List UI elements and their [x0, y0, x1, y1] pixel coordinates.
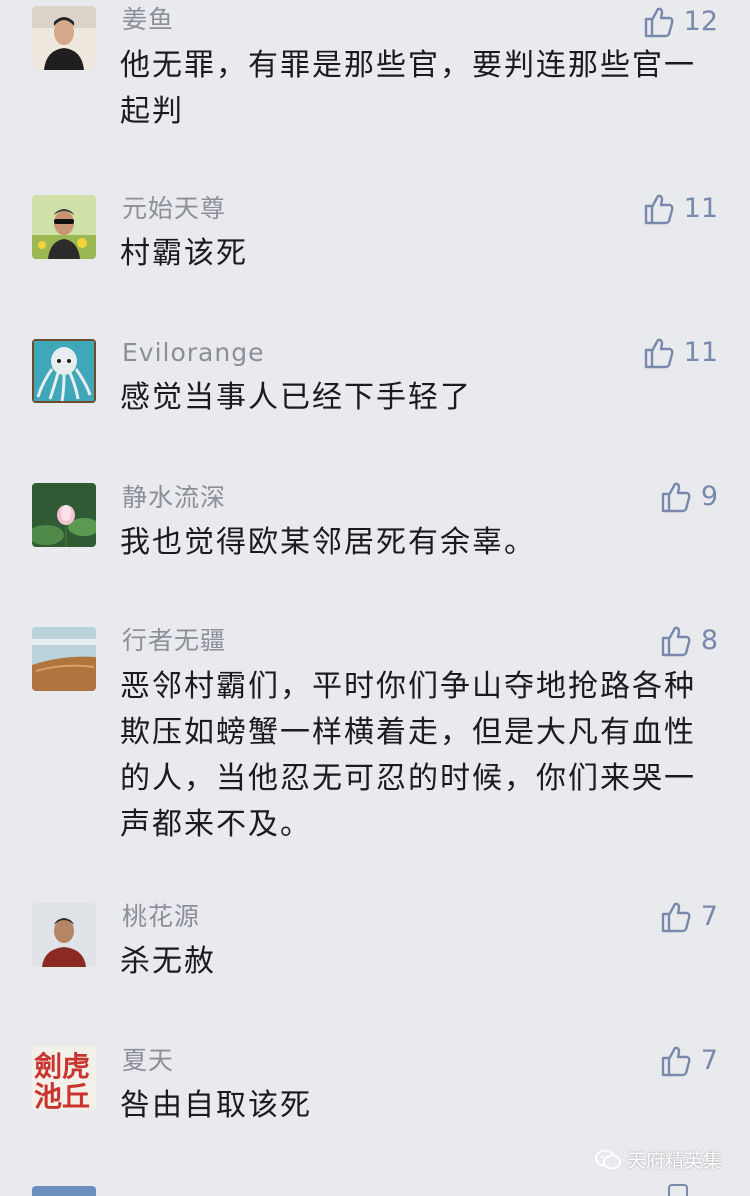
- like-button[interactable]: 7: [661, 899, 718, 935]
- username[interactable]: 夏天: [122, 1044, 174, 1078]
- username[interactable]: 桃花源: [122, 900, 200, 934]
- username[interactable]: 元始天尊: [122, 192, 226, 226]
- svg-text:池丘: 池丘: [34, 1080, 90, 1110]
- avatar[interactable]: [32, 195, 96, 259]
- like-count: 8: [700, 625, 718, 656]
- comment-text: 咎由自取该死: [120, 1088, 312, 1123]
- thumbs-up-icon[interactable]: [668, 1184, 688, 1196]
- thumbs-up-icon: [644, 7, 674, 38]
- like-count: 11: [683, 337, 718, 368]
- comment-text: 村霸该死: [120, 236, 248, 271]
- wechat-icon: [595, 1149, 621, 1169]
- like-button[interactable]: 12: [644, 4, 718, 40]
- like-count: 9: [700, 481, 718, 512]
- avatar[interactable]: [32, 903, 96, 967]
- username[interactable]: 静水流深: [122, 481, 226, 515]
- like-button[interactable]: 8: [661, 623, 718, 659]
- avatar[interactable]: [32, 6, 96, 70]
- avatar[interactable]: [32, 483, 96, 547]
- thumbs-up-icon: [661, 482, 691, 513]
- comment-text: 他无罪，有罪是那些官，要判连那些官一起判: [120, 48, 696, 129]
- username[interactable]: 行者无疆: [122, 624, 226, 658]
- thumbs-up-icon: [644, 194, 674, 225]
- like-count: 12: [683, 6, 718, 37]
- like-button[interactable]: 11: [644, 191, 718, 227]
- like-count: 11: [683, 193, 718, 224]
- username[interactable]: Evilorange: [122, 336, 264, 370]
- like-count: 7: [700, 1045, 718, 1076]
- thumbs-up-icon: [644, 338, 674, 369]
- like-button[interactable]: 11: [644, 335, 718, 371]
- avatar[interactable]: [32, 339, 96, 403]
- like-button[interactable]: 9: [661, 479, 718, 515]
- username[interactable]: 姜鱼: [122, 3, 174, 37]
- thumbs-up-icon: [661, 626, 691, 657]
- comment-text: 恶邻村霸们，平时你们争山夺地抢路各种欺压如螃蟹一样横着走，但是大凡有血性的人，当…: [120, 669, 696, 842]
- like-button[interactable]: 7: [661, 1043, 718, 1079]
- thumbs-up-icon: [661, 1046, 691, 1077]
- thumbs-up-icon: [661, 902, 691, 933]
- comment-text: 感觉当事人已经下手轻了: [120, 380, 472, 415]
- like-count: 7: [700, 901, 718, 932]
- watermark: 天府精英集: [595, 1146, 722, 1173]
- avatar[interactable]: [32, 1186, 96, 1196]
- avatar[interactable]: [32, 627, 96, 691]
- svg-text:劍虎: 劍虎: [34, 1050, 90, 1083]
- comment-text: 我也觉得欧某邻居死有余辜。: [120, 525, 536, 560]
- avatar[interactable]: 劍虎 池丘: [32, 1046, 96, 1110]
- watermark-text: 天府精英集: [626, 1150, 722, 1172]
- comment-text: 杀无赦: [120, 944, 216, 979]
